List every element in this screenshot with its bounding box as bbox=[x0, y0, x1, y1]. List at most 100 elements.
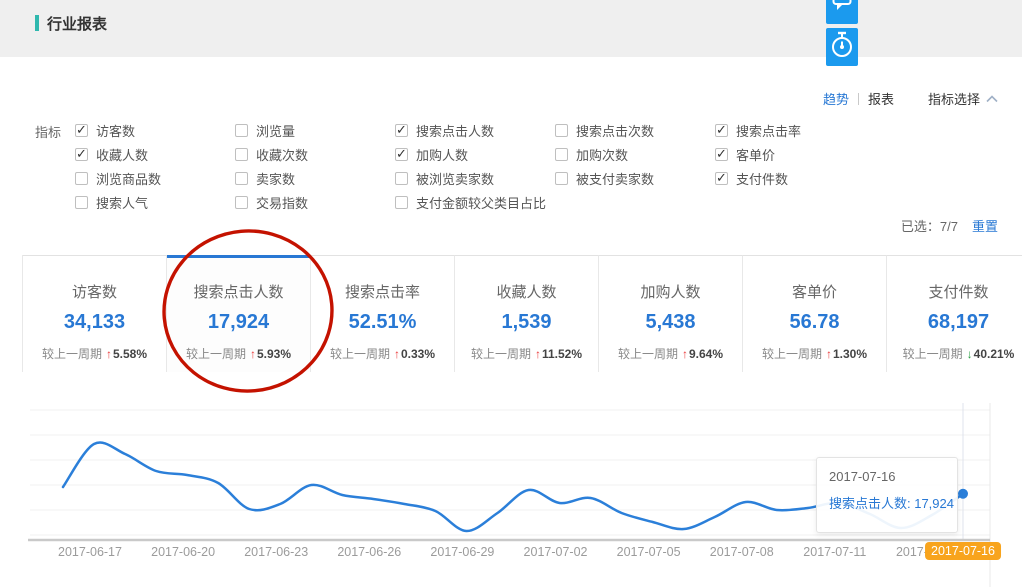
x-axis-tick-label: 2017-06-23 bbox=[244, 545, 308, 559]
industry-report-page: 行业报表 趋势 报表 指标选择 bbox=[0, 0, 1022, 587]
metric-checkbox-item[interactable]: 浏览量 bbox=[235, 118, 395, 142]
checkbox-checked[interactable] bbox=[75, 148, 88, 161]
metric-card-6[interactable]: 支付件数68,197较上一周期↓40.21% bbox=[887, 255, 1022, 372]
report-view-link[interactable]: 报表 bbox=[868, 89, 894, 108]
metric-checkbox-item[interactable]: 卖家数 bbox=[235, 166, 395, 190]
x-axis-tick-label: 2017-07-11 bbox=[803, 545, 866, 559]
chat-bubble-icon bbox=[826, 0, 858, 27]
compare-period-label: 较上一周期 bbox=[186, 347, 246, 361]
metrics-column-1: 浏览量收藏次数卖家数交易指数 bbox=[235, 118, 395, 214]
metric-select-toggle[interactable]: 指标选择 bbox=[928, 89, 998, 108]
metric-checkbox-item[interactable]: 被支付卖家数 bbox=[555, 166, 715, 190]
x-axis-tick-label: 2017-06-29 bbox=[430, 545, 494, 559]
metric-card-4[interactable]: 加购人数 5,438 较上一周期↑9.64% bbox=[599, 255, 743, 372]
checkbox-unchecked[interactable] bbox=[235, 172, 248, 185]
checkbox-unchecked[interactable] bbox=[555, 148, 568, 161]
x-axis-tick-label: 2017-06-17 bbox=[58, 545, 122, 559]
metric-card-label: 搜索点击人数 bbox=[167, 281, 310, 302]
compare-period-label: 较上一周期 bbox=[471, 347, 531, 361]
last-point-marker bbox=[958, 489, 968, 499]
view-toolbar: 趋势 报表 指标选择 bbox=[823, 89, 998, 108]
metrics-panel-label: 指标 bbox=[35, 122, 61, 141]
metric-card-compare: 较上一周期↑1.30% bbox=[743, 345, 886, 362]
metric-checkbox-item[interactable]: 搜索点击人数 bbox=[395, 118, 555, 142]
metric-checkbox-label: 搜索点击人数 bbox=[416, 121, 494, 140]
x-axis-tick-label: 2017-07-02 bbox=[524, 545, 588, 559]
compare-period-label: 较上一周期 bbox=[762, 347, 822, 361]
checkbox-checked[interactable] bbox=[395, 148, 408, 161]
arrow-up-icon: ↑ bbox=[535, 347, 541, 361]
reset-button[interactable]: 重置 bbox=[972, 216, 998, 235]
checkbox-unchecked[interactable] bbox=[235, 196, 248, 209]
x-axis-tick-label: 2017-06-26 bbox=[337, 545, 401, 559]
metric-checkbox-item[interactable]: 支付件数 bbox=[715, 166, 835, 190]
metric-card-label: 加购人数 bbox=[599, 281, 742, 302]
metric-card-0[interactable]: 访客数34,133较上一周期↑5.58% bbox=[23, 255, 167, 372]
metric-checkbox-item[interactable]: 搜索点击次数 bbox=[555, 118, 715, 142]
metric-card-label: 客单价 bbox=[743, 281, 886, 302]
metric-card-value: 52.51% bbox=[311, 311, 454, 334]
checkbox-unchecked[interactable] bbox=[75, 196, 88, 209]
metric-checkbox-item[interactable]: 交易指数 bbox=[235, 190, 395, 214]
metric-card-value: 56.78 bbox=[743, 311, 886, 334]
checkbox-unchecked[interactable] bbox=[235, 148, 248, 161]
metric-card-2[interactable]: 搜索点击率 52.51% 较上一周期↑0.33% bbox=[311, 255, 455, 372]
compare-change-value: 40.21% bbox=[974, 347, 1015, 361]
metric-checkbox-item[interactable]: 收藏次数 bbox=[235, 142, 395, 166]
checkbox-checked[interactable] bbox=[395, 124, 408, 137]
chevron-up-icon bbox=[986, 95, 998, 103]
metric-checkbox-item[interactable]: 被浏览卖家数 bbox=[395, 166, 555, 190]
metric-checkbox-item[interactable]: 搜索点击率 bbox=[715, 118, 835, 142]
checkbox-unchecked[interactable] bbox=[235, 124, 248, 137]
checkbox-unchecked[interactable] bbox=[395, 172, 408, 185]
metric-card-value: 68,197 bbox=[887, 311, 1022, 334]
metric-card-compare: 较上一周期↑9.64% bbox=[599, 345, 742, 362]
metric-checkbox-label: 收藏人数 bbox=[96, 145, 148, 164]
checkbox-unchecked[interactable] bbox=[395, 196, 408, 209]
checkbox-checked[interactable] bbox=[715, 148, 728, 161]
checkbox-unchecked[interactable] bbox=[75, 172, 88, 185]
metric-card-3[interactable]: 收藏人数1,539较上一周期↑11.52% bbox=[455, 255, 599, 372]
page-header: 行业报表 bbox=[0, 0, 1022, 57]
x-axis-tick-label: 2017-07-05 bbox=[617, 545, 681, 559]
metric-checkbox-label: 浏览商品数 bbox=[96, 169, 161, 188]
metric-card-compare: 较上一周期↑11.52% bbox=[455, 345, 598, 362]
metric-checkbox-item[interactable]: 客单价 bbox=[715, 142, 835, 166]
metric-card-value: 1,539 bbox=[455, 311, 598, 334]
metric-checkbox-item[interactable]: 浏览商品数 bbox=[75, 166, 235, 190]
metric-card-1[interactable]: 搜索点击人数17,924较上一周期↑5.93% bbox=[167, 255, 311, 372]
checkbox-checked[interactable] bbox=[75, 124, 88, 137]
feedback-button[interactable] bbox=[826, 0, 858, 24]
metrics-grid: 访客数收藏人数浏览商品数搜索人气浏览量收藏次数卖家数交易指数搜索点击人数加购人数… bbox=[75, 118, 835, 214]
compare-period-label: 较上一周期 bbox=[42, 347, 102, 361]
metric-cards: 访客数34,133较上一周期↑5.58%搜索点击人数17,924较上一周期↑5.… bbox=[22, 255, 1022, 372]
metric-checkbox-item[interactable]: 支付金额较父类目占比 bbox=[395, 190, 555, 214]
metric-card-label: 搜索点击率 bbox=[311, 281, 454, 302]
metric-card-label: 收藏人数 bbox=[455, 281, 598, 302]
metric-card-5[interactable]: 客单价 56.78 较上一周期↑1.30% bbox=[743, 255, 887, 372]
metric-checkbox-item[interactable]: 加购人数 bbox=[395, 142, 555, 166]
stopwatch-button[interactable] bbox=[826, 28, 858, 66]
checkbox-checked[interactable] bbox=[715, 124, 728, 137]
metric-checkbox-label: 收藏次数 bbox=[256, 145, 308, 164]
metric-card-value: 5,438 bbox=[599, 311, 742, 334]
checkbox-checked[interactable] bbox=[715, 172, 728, 185]
metric-checkbox-item[interactable]: 收藏人数 bbox=[75, 142, 235, 166]
checkbox-unchecked[interactable] bbox=[555, 172, 568, 185]
metric-card-compare: 较上一周期↑0.33% bbox=[311, 345, 454, 362]
arrow-up-icon: ↑ bbox=[250, 347, 256, 361]
trend-view-link[interactable]: 趋势 bbox=[823, 89, 849, 108]
page-title: 行业报表 bbox=[47, 13, 107, 34]
selection-summary-row: 已选：7/7 重置 bbox=[901, 216, 998, 235]
metric-checkbox-label: 交易指数 bbox=[256, 193, 308, 212]
compare-change-value: 9.64% bbox=[689, 347, 723, 361]
highlighted-date-label: 2017-07-16 bbox=[925, 542, 1001, 560]
metric-checkbox-label: 搜索点击次数 bbox=[576, 121, 654, 140]
compare-period-label: 较上一周期 bbox=[618, 347, 678, 361]
metric-checkbox-label: 卖家数 bbox=[256, 169, 295, 188]
metric-checkbox-item[interactable]: 加购次数 bbox=[555, 142, 715, 166]
tooltip-date: 2017-07-16 bbox=[829, 469, 945, 484]
metric-checkbox-item[interactable]: 搜索人气 bbox=[75, 190, 235, 214]
metric-checkbox-item[interactable]: 访客数 bbox=[75, 118, 235, 142]
checkbox-unchecked[interactable] bbox=[555, 124, 568, 137]
